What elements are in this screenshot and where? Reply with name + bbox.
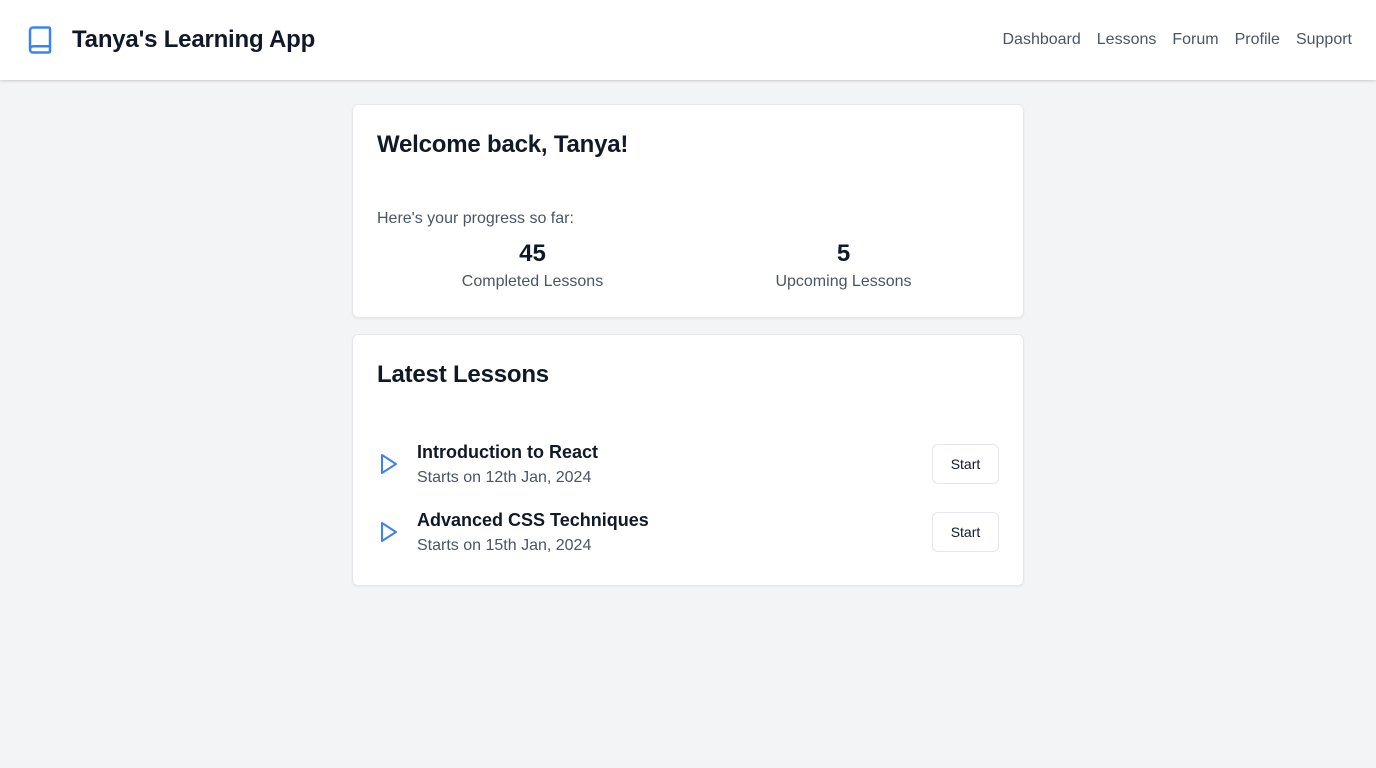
nav-link-lessons[interactable]: Lessons (1097, 31, 1157, 49)
book-icon (24, 24, 56, 56)
nav-link-forum[interactable]: Forum (1172, 31, 1218, 49)
stat-value: 5 (836, 240, 851, 267)
lesson-date: Starts on 15th Jan, 2024 (417, 536, 592, 554)
app-title: Tanya's Learning App (72, 26, 316, 53)
welcome-title: Welcome back, Tanya! (377, 131, 629, 158)
lesson-info: Advanced CSS Techniques Starts on 15th J… (417, 508, 932, 557)
lesson-item: Advanced CSS Techniques Starts on 15th J… (377, 503, 999, 561)
nav-link-dashboard[interactable]: Dashboard (1002, 31, 1080, 49)
lesson-title: Advanced CSS Techniques (417, 509, 649, 530)
lesson-item: Introduction to React Starts on 12th Jan… (377, 435, 999, 493)
top-navbar: Tanya's Learning App Dashboard Lessons F… (0, 0, 1376, 80)
stat-label: Completed Lessons (461, 273, 604, 290)
main-nav: Dashboard Lessons Forum Profile Support (1002, 31, 1352, 49)
lesson-date: Starts on 12th Jan, 2024 (417, 468, 592, 486)
main-content: Welcome back, Tanya! Here's your progres… (352, 104, 1024, 586)
nav-link-profile[interactable]: Profile (1235, 31, 1280, 49)
stat-upcoming-lessons: 5 Upcoming Lessons (688, 239, 999, 293)
lesson-title: Introduction to React (417, 441, 598, 462)
nav-link-support[interactable]: Support (1296, 31, 1352, 49)
brand[interactable]: Tanya's Learning App (24, 24, 315, 56)
welcome-card: Welcome back, Tanya! Here's your progres… (352, 104, 1024, 318)
start-button[interactable]: Start (932, 512, 999, 552)
latest-lessons-card: Latest Lessons Introduction to React Sta… (352, 334, 1024, 586)
start-button[interactable]: Start (932, 444, 999, 484)
play-icon (377, 452, 401, 476)
play-icon (377, 520, 401, 544)
progress-text: Here's your progress so far: (377, 210, 574, 227)
latest-lessons-title: Latest Lessons (377, 361, 549, 388)
stat-value: 45 (519, 240, 546, 267)
stat-completed-lessons: 45 Completed Lessons (377, 239, 688, 293)
stat-label: Upcoming Lessons (775, 273, 912, 290)
lesson-info: Introduction to React Starts on 12th Jan… (417, 440, 932, 489)
progress-stats: 45 Completed Lessons 5 Upcoming Lessons (377, 239, 999, 293)
